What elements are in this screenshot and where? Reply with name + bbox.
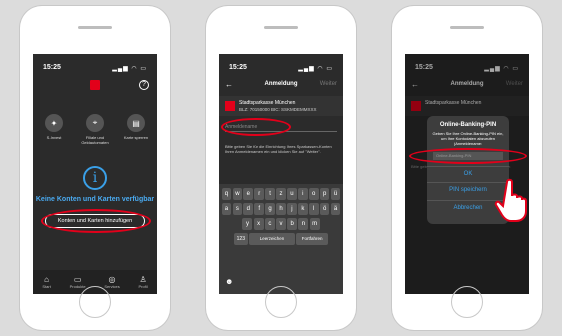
screen-pin: 15:25 ▂▄▆ ◠ ▭ ← Anmeldung Weiter Stadtsp…	[405, 54, 529, 294]
status-time: 15:25	[43, 64, 61, 71]
location-icon: ⌖	[86, 114, 104, 132]
bank-name: Stadtsparkasse München	[239, 100, 296, 106]
home-icon: ⌂	[44, 275, 50, 284]
keyboard-key[interactable]: s	[232, 203, 243, 215]
keyboard-key[interactable]: j	[287, 203, 297, 215]
keyboard-key[interactable]: e	[243, 188, 254, 200]
keyboard-key[interactable]: o	[308, 188, 319, 200]
keyboard-key[interactable]: y	[242, 218, 253, 230]
keyboard-key[interactable]: x	[253, 218, 264, 230]
tab-label: Produkte	[69, 284, 86, 289]
login-hint: Bitte geben Sie für die Einrichtung Ihre…	[225, 144, 332, 154]
empty-state-title: Keine Konten und Karten verfügbar	[35, 196, 155, 203]
status-bar: 15:25 ▂▄▆ ◠ ▭	[33, 64, 157, 74]
tab-profile[interactable]: ♙ Profil	[138, 275, 147, 289]
tile-branches[interactable]: ⌖ Filiale und Geldautomaten	[80, 114, 110, 145]
keyboard-key[interactable]: d	[243, 203, 254, 215]
screen-login: 15:25 ▂▄▆ ◠ ▭ ← Anmeldung Weiter Stadtsp…	[219, 54, 343, 294]
next-button[interactable]: Weiter	[320, 81, 337, 87]
sparkasse-logo-icon	[225, 101, 235, 111]
space-key[interactable]: Leerzeichen	[249, 233, 295, 245]
tab-label: Profil	[138, 284, 148, 289]
keyboard-key[interactable]: u	[287, 188, 297, 200]
info-icon: i	[83, 166, 107, 190]
tutorial-stage: 15:25 ▂▄▆ ◠ ▭ ? ✦ S-Invest ⌖ Filiale und…	[0, 0, 562, 336]
services-icon: ◎	[108, 275, 116, 284]
status-time: 15:25	[229, 64, 247, 71]
keyboard-key[interactable]: q	[221, 188, 232, 200]
tile-label: Filiale und Geldautomaten	[81, 135, 109, 145]
tab-products[interactable]: ▭ Produkte	[70, 275, 86, 289]
speaker	[450, 26, 484, 29]
keyboard-key[interactable]: ä	[330, 203, 341, 215]
keyboard-key[interactable]: z	[276, 188, 286, 200]
return-key[interactable]: Fortfahren	[296, 233, 329, 245]
card-lock-icon: ▤	[127, 114, 145, 132]
keyboard-key[interactable]: f	[254, 203, 265, 215]
home-button	[451, 286, 483, 318]
help-icon[interactable]: ?	[139, 80, 149, 90]
tile-block-card[interactable]: ▤ Karte sperren	[121, 114, 151, 140]
keyboard-row: 123 Leerzeichen Fortfahren	[221, 233, 341, 245]
keyboard-key[interactable]: g	[265, 203, 275, 215]
phone-3: 15:25 ▂▄▆ ◠ ▭ ← Anmeldung Weiter Stadtsp…	[392, 6, 542, 330]
dialog-message: Geben Sie Ihre Online-Banking-PIN ein, u…	[432, 131, 504, 146]
speaker	[264, 26, 298, 29]
highlight-oval	[409, 148, 527, 164]
keyboard-key[interactable]: b	[287, 218, 298, 230]
highlight-oval	[41, 209, 151, 233]
phone-2: 15:25 ▂▄▆ ◠ ▭ ← Anmeldung Weiter Stadtsp…	[206, 6, 356, 330]
keyboard-key[interactable]: l	[308, 203, 319, 215]
tab-services[interactable]: ◎ Services	[104, 275, 119, 289]
products-icon: ▭	[73, 275, 82, 284]
tile-invest[interactable]: ✦ S-Invest	[39, 114, 69, 140]
keyboard-key[interactable]: k	[297, 203, 308, 215]
highlight-oval	[221, 118, 291, 136]
nav-bar: ← Anmeldung Weiter	[219, 78, 343, 92]
keyboard-key[interactable]: ö	[319, 203, 330, 215]
pointing-hand-icon	[494, 178, 527, 222]
keyboard-key[interactable]: m	[309, 218, 320, 230]
keyboard: qwertzuiopü asdfghjklöä yxcvbnm 123 Leer…	[219, 184, 343, 294]
keyboard-key[interactable]: p	[319, 188, 330, 200]
dialog-title: Online-Banking-PIN	[439, 122, 497, 128]
keyboard-row: asdfghjklöä	[221, 203, 341, 215]
keyboard-key[interactable]: n	[298, 218, 309, 230]
bank-info: Stadtsparkasse München BLZ: 70150000 BIC…	[219, 96, 343, 116]
status-bar: 15:25 ▂▄▆ ◠ ▭	[219, 64, 343, 74]
sparkasse-logo-icon	[90, 80, 100, 90]
tab-label: Services	[104, 284, 120, 289]
keyboard-key[interactable]: r	[254, 188, 265, 200]
keyboard-key[interactable]: t	[265, 188, 275, 200]
keyboard-key[interactable]: i	[297, 188, 308, 200]
home-button	[265, 286, 297, 318]
keyboard-row: yxcvbnm	[221, 218, 341, 230]
bank-code: BLZ: 70150000 BIC: SSKMDEMMXXX	[239, 107, 317, 112]
tab-start[interactable]: ⌂ Start	[42, 275, 50, 289]
speaker	[78, 26, 112, 29]
profile-icon: ♙	[139, 275, 147, 284]
phone-1: 15:25 ▂▄▆ ◠ ▭ ? ✦ S-Invest ⌖ Filiale und…	[20, 6, 170, 330]
numbers-key[interactable]: 123	[233, 233, 248, 245]
keyboard-key[interactable]: ü	[330, 188, 341, 200]
emoji-icon[interactable]: ☻	[225, 277, 233, 286]
keyboard-key[interactable]: c	[264, 218, 275, 230]
signal-icon: ▂▄▆ ◠ ▭	[112, 66, 147, 72]
invest-icon: ✦	[45, 114, 63, 132]
tab-label: Start	[42, 284, 51, 289]
keyboard-row: qwertzuiopü	[221, 188, 341, 200]
keyboard-key[interactable]: w	[232, 188, 243, 200]
screen-home: 15:25 ▂▄▆ ◠ ▭ ? ✦ S-Invest ⌖ Filiale und…	[33, 54, 157, 294]
signal-icon: ▂▄▆ ◠ ▭	[298, 66, 333, 72]
tile-label: Karte sperren	[123, 135, 149, 140]
home-button	[79, 286, 111, 318]
keyboard-key[interactable]: h	[276, 203, 286, 215]
keyboard-key[interactable]: a	[221, 203, 232, 215]
keyboard-key[interactable]: v	[276, 218, 286, 230]
tile-label: S-Invest	[46, 135, 62, 140]
